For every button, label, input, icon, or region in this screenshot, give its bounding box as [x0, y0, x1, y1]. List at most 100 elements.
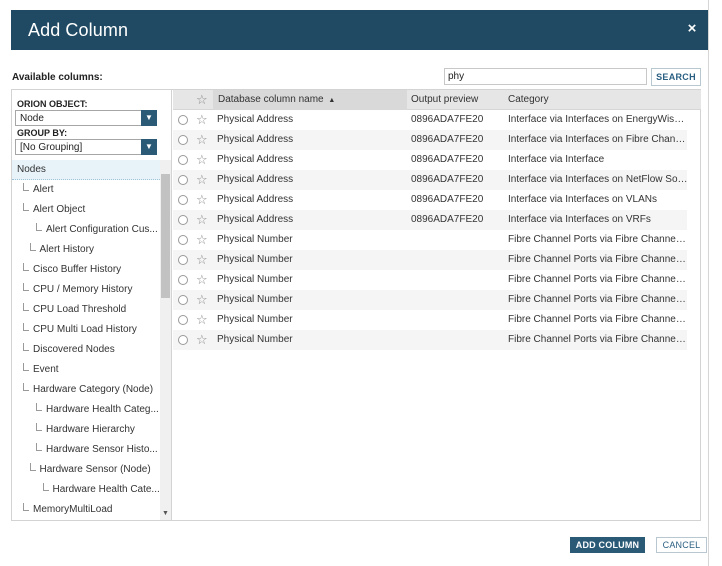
tree-connector: [23, 183, 29, 191]
cell-category: Fibre Channel Ports via Fibre Channel P.…: [508, 254, 688, 265]
search-button[interactable]: SEARCH: [651, 68, 701, 86]
radio-icon[interactable]: [178, 115, 188, 125]
cell-column-name: Physical Number: [217, 314, 293, 325]
radio-icon[interactable]: [178, 135, 188, 145]
star-icon[interactable]: ☆: [196, 90, 208, 110]
radio-icon[interactable]: [178, 315, 188, 325]
tree-item[interactable]: Hardware Category (Node): [12, 380, 160, 400]
table-row[interactable]: ☆ Physical Number Fibre Channel Ports via …: [173, 290, 688, 310]
add-column-button[interactable]: ADD COLUMN: [570, 537, 645, 553]
scrollbar-thumb[interactable]: [161, 174, 170, 298]
star-icon[interactable]: ☆: [196, 150, 208, 170]
radio-icon[interactable]: [178, 255, 188, 265]
star-icon[interactable]: ☆: [196, 290, 208, 310]
star-icon[interactable]: ☆: [196, 310, 208, 330]
orion-object-select[interactable]: Node ▼: [15, 110, 157, 126]
cell-output-preview: 0896ADA7FE20: [411, 214, 484, 225]
radio-icon[interactable]: [178, 155, 188, 165]
tree-item-label: Event: [33, 364, 59, 375]
table-row[interactable]: ☆ Physical Number Fibre Channel Ports via …: [173, 250, 688, 270]
table-row[interactable]: ☆ Physical Address 0896ADA7FE20 Interface v…: [173, 170, 688, 190]
radio-icon[interactable]: [178, 215, 188, 225]
tree-item[interactable]: CPU Load Threshold: [12, 300, 160, 320]
radio-icon[interactable]: [178, 175, 188, 185]
tree-item[interactable]: Hardware Sensor (Node): [12, 460, 160, 480]
radio-icon[interactable]: [178, 275, 188, 285]
tree-item-label: MemoryMultiLoad: [33, 504, 113, 515]
tree-item[interactable]: Alert Configuration Cus...: [12, 220, 160, 240]
radio-icon[interactable]: [178, 235, 188, 245]
chevron-down-icon[interactable]: ▼: [141, 110, 157, 126]
radio-icon[interactable]: [178, 195, 188, 205]
table-row[interactable]: ☆ Physical Address 0896ADA7FE20 Interface v…: [173, 130, 688, 150]
tree-item[interactable]: Hardware Health Cate...: [12, 480, 160, 500]
orion-object-label: ORION OBJECT:: [17, 99, 88, 109]
tree-connector: [36, 223, 42, 231]
chevron-down-icon[interactable]: ▼: [141, 139, 157, 155]
scroll-down-icon[interactable]: ▼: [161, 509, 170, 518]
star-icon[interactable]: ☆: [196, 110, 208, 130]
cell-category: Interface via Interfaces on NetFlow Sou.…: [508, 174, 688, 185]
star-icon[interactable]: ☆: [196, 170, 208, 190]
star-icon[interactable]: ☆: [196, 330, 208, 350]
tree-item[interactable]: CPU / Memory History: [12, 280, 160, 300]
star-icon[interactable]: ☆: [196, 190, 208, 210]
tree-connector: [29, 463, 36, 471]
cell-category: Interface via Interfaces on VLANs: [508, 194, 657, 205]
orion-object-value: Node: [20, 113, 44, 124]
tree-item[interactable]: Alert History: [12, 240, 160, 260]
tree-item[interactable]: Hardware Sensor Histo...: [12, 440, 160, 460]
table-row[interactable]: ☆ Physical Number Fibre Channel Ports via …: [173, 330, 688, 350]
column-header-name[interactable]: Database column name ▲: [213, 90, 407, 110]
cancel-button[interactable]: CANCEL: [656, 537, 707, 553]
group-by-label: GROUP BY:: [17, 128, 68, 138]
table-row[interactable]: ☆ Physical Number Fibre Channel Ports via …: [173, 310, 688, 330]
star-icon[interactable]: ☆: [196, 270, 208, 290]
table-row[interactable]: ☆ Physical Address 0896ADA7FE20 Interface v…: [173, 150, 687, 170]
table-row[interactable]: ☆ Physical Address 0896ADA7FE20 Interface v…: [173, 190, 687, 210]
tree-item[interactable]: Hardware Hierarchy: [12, 420, 160, 440]
star-icon[interactable]: ☆: [196, 250, 208, 270]
group-by-select[interactable]: [No Grouping] ▼: [15, 139, 157, 155]
tree-item[interactable]: Alert: [12, 180, 160, 200]
column-header-category[interactable]: Category: [508, 90, 688, 110]
table-row[interactable]: ☆ Physical Number Fibre Channel Ports via …: [173, 230, 688, 250]
star-icon[interactable]: ☆: [196, 230, 208, 250]
available-columns-label: Available columns:: [12, 72, 103, 83]
tree-item-label: Discovered Nodes: [33, 344, 115, 355]
radio-icon[interactable]: [178, 295, 188, 305]
tree-item[interactable]: Cisco Buffer History: [12, 260, 160, 280]
tree-item-label: Hardware Hierarchy: [46, 424, 135, 435]
column-header-preview[interactable]: Output preview: [411, 90, 505, 110]
tree-item[interactable]: Nodes: [12, 160, 160, 180]
window-edge: [708, 0, 709, 566]
tree-connector: [23, 503, 29, 511]
tree-item-label: Alert History: [39, 244, 94, 255]
tree-item[interactable]: CPU Multi Load History: [12, 320, 160, 340]
tree-item[interactable]: MemoryMultiLoad: [12, 500, 160, 520]
table-row[interactable]: ☆ Physical Address 0896ADA7FE20 Interface v…: [173, 210, 687, 230]
dialog-title: Add Column: [28, 20, 129, 40]
table-row[interactable]: ☆ Physical Number Fibre Channel Ports via …: [173, 270, 688, 290]
sort-ascending-icon: ▲: [328, 97, 336, 104]
tree-item[interactable]: Hardware Health Categ...: [12, 400, 160, 420]
cell-column-name: Physical Address: [217, 114, 294, 125]
tree-item[interactable]: Discovered Nodes: [12, 340, 160, 360]
star-icon[interactable]: ☆: [196, 130, 208, 150]
close-icon[interactable]: ×: [684, 21, 700, 37]
tree-item[interactable]: Alert Object: [12, 200, 160, 220]
tree-scrollbar[interactable]: ▼: [160, 160, 171, 520]
tree-item-label: Hardware Sensor Histo...: [46, 444, 158, 455]
table-row[interactable]: ☆ Physical Address 0896ADA7FE20 Interface v…: [173, 110, 688, 130]
search-input[interactable]: [444, 68, 647, 85]
tree-connector: [36, 423, 42, 431]
tree-connector: [23, 283, 29, 291]
tree-item-label: Hardware Health Categ...: [46, 404, 159, 415]
cell-column-name: Physical Number: [217, 234, 293, 245]
radio-icon[interactable]: [178, 335, 188, 345]
cell-category: Interface via Interfaces on EnergyWise .…: [508, 114, 688, 125]
tree-item[interactable]: Event: [12, 360, 160, 380]
star-icon[interactable]: ☆: [196, 210, 208, 230]
tree-item-label: CPU Load Threshold: [33, 304, 127, 315]
cell-column-name: Physical Number: [217, 254, 293, 265]
